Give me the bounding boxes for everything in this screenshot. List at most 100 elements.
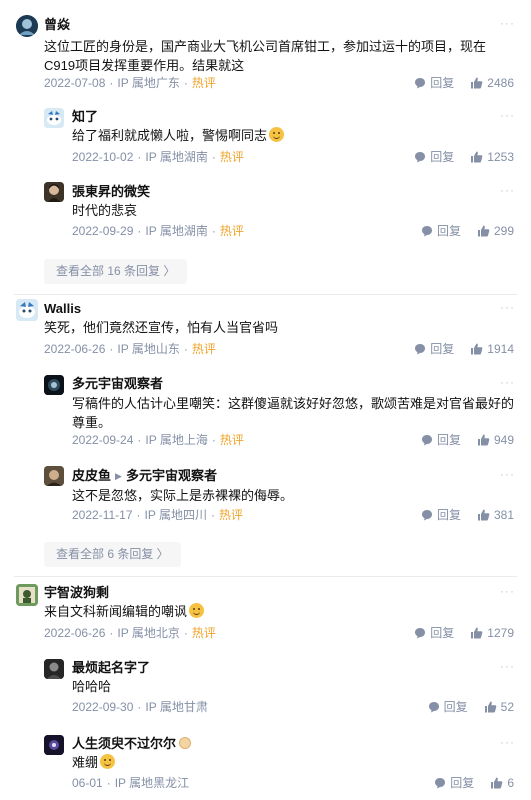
reply-text: 难绷	[72, 753, 116, 772]
avatar[interactable]	[16, 299, 38, 321]
reply-button[interactable]: 回复	[421, 507, 461, 523]
thumbs-up-icon	[477, 509, 490, 521]
like-button[interactable]: 1253	[470, 149, 514, 165]
more-options-icon[interactable]: ···	[500, 584, 515, 598]
laugh-emoji-icon	[269, 127, 285, 142]
reply-button[interactable]: 回复	[421, 432, 461, 448]
thumbs-up-icon	[471, 627, 483, 639]
more-options-icon[interactable]: ···	[500, 375, 515, 389]
reply-actions: 回复 299	[405, 223, 514, 239]
reply-meta: 2022-09-24 · IP 属地上海 · 热评	[72, 433, 244, 447]
comment-text: 来自文科新闻编辑的嘲讽	[44, 602, 205, 621]
comment-meta: 2022-06-26 · IP 属地北京 · 热评	[44, 626, 216, 640]
more-options-icon[interactable]: ···	[500, 735, 515, 749]
comment-text: 笑死，他们竟然还宣传，怕有人当官省吗	[44, 320, 279, 335]
comment-author[interactable]: 曾焱	[44, 16, 70, 34]
comment-actions: 回复 2486	[398, 75, 514, 91]
reply-button[interactable]: 回复	[428, 699, 468, 715]
avatar[interactable]	[44, 375, 64, 395]
reply-text: 哈哈哈	[72, 679, 112, 694]
reply-to-author[interactable]: 多元宇宙观察者	[126, 468, 217, 483]
like-button[interactable]: 6	[490, 775, 514, 791]
reply-button[interactable]: 回复	[414, 75, 454, 91]
divider	[14, 294, 517, 295]
more-options-icon[interactable]: ···	[500, 300, 515, 314]
reply-button[interactable]: 回复	[414, 149, 454, 165]
reply-button[interactable]: 回复	[421, 223, 461, 239]
comment-author[interactable]: 宇智波狗剩	[44, 584, 109, 602]
reply-to-arrow-icon: ▶	[115, 471, 122, 481]
reply-icon	[415, 628, 426, 639]
reply-icon	[421, 510, 432, 521]
comment-author[interactable]: Wallis	[44, 300, 81, 318]
like-button[interactable]: 2486	[470, 75, 514, 91]
reply-button[interactable]: 回复	[414, 625, 454, 641]
reply-actions: 回复 6	[418, 775, 514, 791]
like-button[interactable]: 949	[477, 432, 514, 448]
avatar[interactable]	[44, 659, 64, 679]
like-button[interactable]: 299	[477, 223, 514, 239]
reply-text: 时代的悲哀	[72, 203, 138, 218]
reply-text: 这不是忽悠，实际上是赤裸裸的侮辱。	[72, 488, 294, 503]
comment-meta: 2022-07-08 · IP 属地广东 · 热评	[44, 76, 216, 90]
reply-icon	[421, 435, 432, 446]
reply-author[interactable]: 皮皮鱼 ▶ 多元宇宙观察者	[72, 467, 217, 486]
reply-actions: 回复 52	[412, 699, 514, 715]
reply-icon	[435, 778, 446, 789]
thumbs-up-icon	[471, 151, 483, 163]
avatar[interactable]	[44, 108, 64, 128]
reply-meta: 2022-10-02 · IP 属地湖南 · 热评	[72, 150, 244, 164]
reply-text: 写稿件的人估计心里嘲笑：这群傻逼就该好好忽悠，歌颂苦难是对官省最好的尊重。	[72, 396, 515, 430]
reply-author[interactable]: 張東昇的微笑	[72, 183, 150, 201]
reply-actions: 回复 381	[405, 507, 514, 523]
reply-author[interactable]: 最烦起名字了	[72, 659, 150, 677]
comment-meta: 2022-06-26 · IP 属地山东 · 热评	[44, 342, 216, 356]
thumbs-up-icon	[477, 434, 490, 446]
reply-meta: 2022-11-17 · IP 属地四川 · 热评	[72, 508, 243, 522]
view-all-replies-button[interactable]: 查看全部 16 条回复 〉	[44, 259, 188, 284]
divider	[14, 576, 517, 577]
thumbs-up-icon	[484, 701, 496, 713]
more-options-icon[interactable]: ···	[500, 183, 515, 197]
reply-text: 给了福利就成懒人啦，警惕啊同志	[72, 126, 512, 145]
like-button[interactable]: 52	[484, 699, 514, 715]
reply-author[interactable]: 知了	[72, 108, 98, 126]
more-options-icon[interactable]: ···	[500, 467, 515, 481]
hot-tag: 热评	[191, 76, 216, 90]
like-button[interactable]: 1914	[470, 341, 514, 357]
sweat-smile-emoji-icon	[189, 603, 205, 618]
creator-badge-icon	[179, 737, 192, 749]
reply-actions: 回复 1253	[398, 149, 514, 165]
reply-button[interactable]: 回复	[414, 341, 454, 357]
avatar[interactable]	[44, 466, 64, 486]
reply-meta: 2022-09-30 · IP 属地甘肃	[72, 700, 208, 714]
reply-icon	[415, 78, 426, 89]
more-options-icon[interactable]: ···	[500, 108, 515, 122]
like-button[interactable]: 381	[477, 507, 514, 523]
avatar[interactable]	[16, 15, 38, 37]
avatar[interactable]	[16, 584, 38, 606]
ip-location: IP 属地广东	[117, 76, 180, 90]
comment-thread: 曾焱 ··· 这位工匠的身份是，国产商业大飞机公司首席钳工，参加过运十的项目，现…	[0, 0, 531, 290]
thumbs-up-icon	[471, 343, 483, 355]
thumbs-up-icon	[491, 777, 503, 789]
comment-actions: 回复 1914	[398, 341, 514, 357]
comment-text: 这位工匠的身份是，国产商业大飞机公司首席钳工，参加过运十的项目，现在C919项目…	[44, 39, 487, 73]
avatar[interactable]	[44, 735, 64, 755]
reply-icon	[421, 226, 432, 237]
like-button[interactable]: 1279	[470, 625, 514, 641]
reply-author[interactable]: 多元宇宙观察者	[72, 375, 163, 393]
laugh-cry-emoji-icon	[100, 754, 116, 769]
more-options-icon[interactable]: ···	[500, 659, 515, 673]
reply-icon	[415, 344, 426, 355]
avatar[interactable]	[44, 182, 64, 202]
view-all-replies-button[interactable]: 查看全部 6 条回复 〉	[44, 542, 181, 567]
reply-actions: 回复 949	[405, 432, 514, 448]
reply-icon	[428, 702, 439, 713]
reply-author[interactable]: 人生须臾不过尔尔	[72, 735, 192, 753]
reply-button[interactable]: 回复	[434, 775, 474, 791]
more-options-icon[interactable]: ···	[500, 16, 515, 30]
comment-date: 2022-07-08	[44, 76, 106, 90]
reply-meta: 06-01 · IP 属地黑龙江	[72, 776, 190, 790]
thumbs-up-icon	[477, 225, 490, 237]
